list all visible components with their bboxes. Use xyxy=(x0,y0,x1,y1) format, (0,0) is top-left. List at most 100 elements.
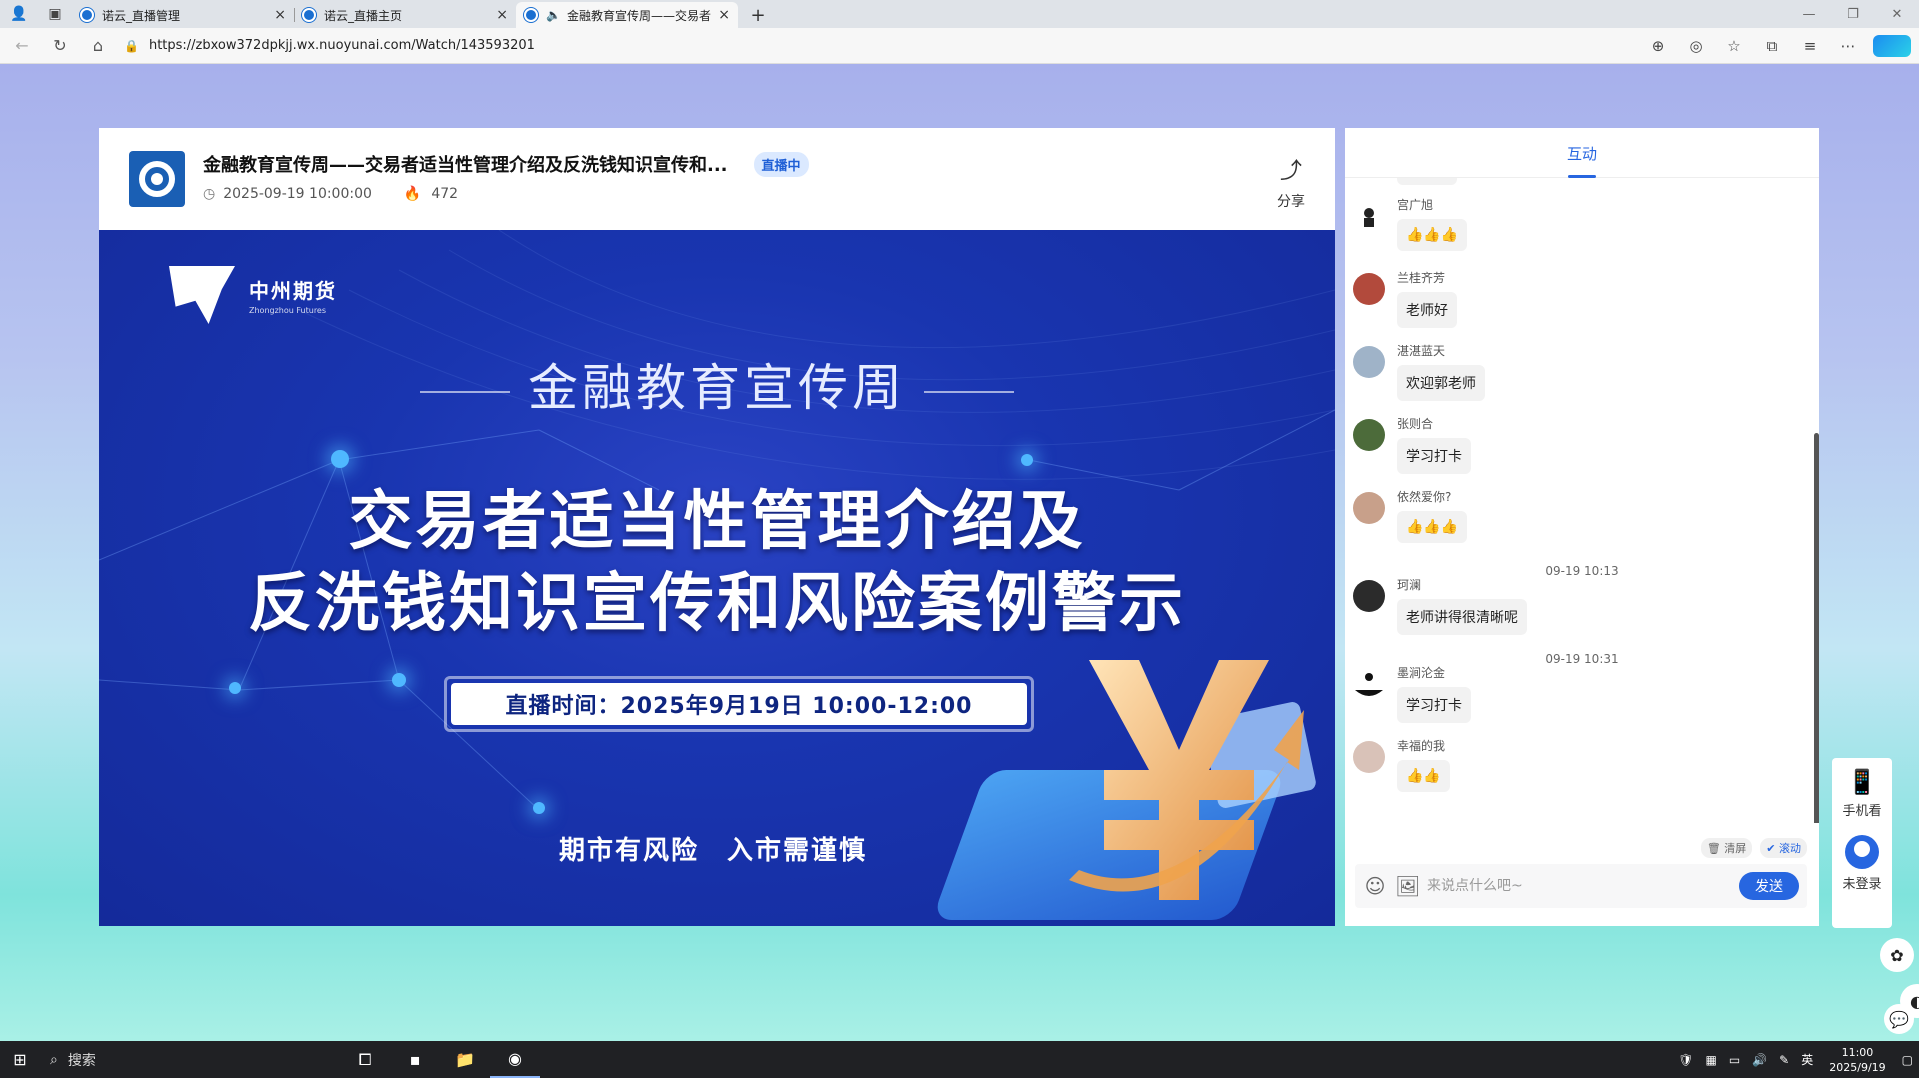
brand-logo: 中州期货 Zhongzhou Futures xyxy=(169,266,337,324)
chat-tab-bar: 互动 xyxy=(1345,128,1819,178)
tab-interaction[interactable]: 互动 xyxy=(1345,143,1819,164)
volume-icon[interactable]: 🔊 xyxy=(1752,1053,1767,1067)
ime-indicator[interactable]: 英 xyxy=(1801,1051,1813,1068)
message-bubble: 👍👍 xyxy=(1397,760,1450,792)
windows-taskbar: ⊞ ⌕ 搜索 ⧠ ▪ 📁 ◉ 🛡 ▦ ▭ 🔊 ✎ 英 11:00 2025/9/… xyxy=(0,1041,1919,1078)
zoom-icon[interactable]: ⊕ xyxy=(1639,35,1677,57)
clock-date: 2025/9/19 xyxy=(1829,1060,1886,1074)
close-window-button[interactable]: ✕ xyxy=(1875,0,1919,28)
chat-support-icon[interactable]: 💬 xyxy=(1884,1004,1914,1034)
avatar xyxy=(1353,492,1385,524)
favorite-star-icon[interactable]: ☆ xyxy=(1715,35,1753,57)
mobile-view-button[interactable]: 📱 手机看 xyxy=(1832,768,1892,819)
chat-message: 珂澜 老师讲得很清晰呢 xyxy=(1353,578,1527,635)
chat-message-input[interactable] xyxy=(1427,878,1739,894)
browser-tab-active[interactable]: 🔈 金融教育宣传周——交易者 × xyxy=(516,2,738,28)
chat-message: 依然爱你? 👍👍👍 xyxy=(1353,490,1468,543)
clock-icon: ◷ xyxy=(203,186,216,202)
message-bubble: 欢迎郭老师 xyxy=(1397,365,1485,401)
auto-scroll-toggle[interactable]: ✔ 滚动 xyxy=(1760,838,1807,858)
browser-tab-bar: 👤 ▣ 诺云_直播管理 × 诺云_直播主页 × 🔈 金融教育宣传周——交易者 ×… xyxy=(0,0,1919,28)
extensions-icon[interactable]: ⧉ xyxy=(1753,35,1791,57)
url-field[interactable]: 🔒 https://zbxow372dpkjj.wx.nuoyunai.com/… xyxy=(124,32,1604,60)
share-button[interactable]: ⤴ 分享 xyxy=(1277,153,1305,211)
message-author: 宫广旭 xyxy=(1397,198,1434,212)
network-icon[interactable]: ▭ xyxy=(1729,1053,1740,1067)
clear-screen-label: 清屏 xyxy=(1724,842,1747,855)
live-status-badge: 直播中 xyxy=(753,151,809,177)
video-subtitle: 金融教育宣传周 xyxy=(99,348,1335,420)
app-window-icon[interactable]: ▪ xyxy=(390,1050,440,1069)
window-controls: — ❐ ✕ xyxy=(1787,0,1919,28)
chat-message: 湛湛蓝天 欢迎郭老师 xyxy=(1353,344,1485,401)
avatar xyxy=(1353,580,1385,612)
tray-app-icon[interactable]: ▦ xyxy=(1706,1053,1717,1067)
image-upload-icon[interactable]: 🖼 xyxy=(1395,874,1420,898)
refresh-icon[interactable]: ↻ xyxy=(44,31,76,61)
risk-slogan: 期市有风险 入市需谨慎 xyxy=(559,836,868,866)
new-tab-button[interactable]: + xyxy=(744,2,772,28)
back-icon[interactable]: ← xyxy=(6,31,38,61)
restore-button[interactable]: ❐ xyxy=(1831,0,1875,28)
login-button[interactable]: 未登录 xyxy=(1832,835,1892,892)
emoji-icon[interactable]: ☺ xyxy=(1363,874,1387,898)
speaker-icon[interactable]: 🔈 xyxy=(546,8,561,22)
taskbar-search[interactable]: ⌕ 搜索 xyxy=(40,1050,340,1070)
site-favicon-icon xyxy=(302,8,316,22)
message-author: 张则合 xyxy=(1397,417,1434,431)
security-icon[interactable]: 🛡 xyxy=(1678,1053,1693,1067)
assistant-icon[interactable]: ✿ xyxy=(1880,938,1914,972)
page-title: 金融教育宣传周——交易者适当性管理介绍及反洗钱知识宣传和... xyxy=(203,155,728,176)
clear-screen-button[interactable]: 🗑 清屏 xyxy=(1700,838,1753,858)
send-button[interactable]: 发送 xyxy=(1739,872,1799,900)
lock-icon[interactable]: 🔒 xyxy=(124,39,139,53)
tab-title: 金融教育宣传周——交易者 xyxy=(566,8,711,23)
chat-tools: 🗑 清屏 ✔ 滚动 xyxy=(1693,838,1807,858)
heat-count: 472 xyxy=(431,186,459,202)
video-player[interactable]: 中州期货 Zhongzhou Futures 金融教育宣传周 交易者适当性管理介… xyxy=(99,230,1335,926)
browser-tab[interactable]: 诺云_直播主页 × xyxy=(294,2,516,28)
avatar xyxy=(1353,346,1385,378)
home-icon[interactable]: ⌂ xyxy=(82,31,114,61)
search-icon: ⌕ xyxy=(50,1051,58,1068)
task-view-icon[interactable]: ⧠ xyxy=(340,1050,390,1070)
browser-tab[interactable]: 诺云_直播管理 × xyxy=(72,2,294,28)
user-avatar-icon xyxy=(1845,835,1879,869)
glow-dot xyxy=(533,802,545,814)
tab-close-icon[interactable]: × xyxy=(718,7,730,23)
mobile-phone-icon: 📱 xyxy=(1847,768,1877,796)
message-bubble: 学习打卡 xyxy=(1397,438,1471,474)
chat-message-list[interactable]: 宫广旭 👍👍👍 兰桂齐芳 老师好 湛湛蓝天 欢迎郭老师 张则合 学习打卡 依然爱… xyxy=(1345,178,1819,823)
message-author: 兰桂齐芳 xyxy=(1397,271,1446,285)
favorites-list-icon[interactable]: ≡ xyxy=(1791,35,1829,57)
profile-icon[interactable]: 👤 xyxy=(8,3,30,25)
video-headline-1: 交易者适当性管理介绍及 xyxy=(348,485,1086,559)
taskbar-clock[interactable]: 11:00 2025/9/19 xyxy=(1829,1045,1885,1075)
tab-actions-icon[interactable]: ▣ xyxy=(44,3,66,25)
minimize-button[interactable]: — xyxy=(1787,0,1831,28)
message-author: 幸福的我 xyxy=(1397,739,1446,753)
chat-scrollbar[interactable] xyxy=(1814,433,1819,823)
tab-title: 诺云_直播主页 xyxy=(324,8,403,23)
tab-close-icon[interactable]: × xyxy=(496,7,508,23)
pen-icon[interactable]: ✎ xyxy=(1779,1053,1789,1067)
chat-message: 宫广旭 👍👍👍 xyxy=(1353,198,1468,251)
notification-icon[interactable]: ▢ xyxy=(1902,1053,1913,1067)
copilot-icon[interactable] xyxy=(1873,34,1911,57)
tab-close-icon[interactable]: × xyxy=(274,7,286,23)
address-bar: ← ↻ ⌂ 🔒 https://zbxow372dpkjj.wx.nuoyuna… xyxy=(0,28,1919,64)
tab-title: 诺云_直播管理 xyxy=(102,8,181,23)
file-explorer-icon[interactable]: 📁 xyxy=(440,1050,490,1069)
more-menu-icon[interactable]: ⋯ xyxy=(1829,35,1867,57)
player-card: 金融教育宣传周——交易者适当性管理介绍及反洗钱知识宣传和... 直播中 ◷ 20… xyxy=(99,128,1335,926)
windows-start-icon[interactable]: ⊞ xyxy=(0,1050,40,1069)
broadcast-time-banner: 直播时间：2025年9月19日 10:00-12:00 xyxy=(444,676,1034,732)
edge-browser-icon[interactable]: ◉ xyxy=(490,1041,540,1078)
broadcast-time-text: 直播时间：2025年9月19日 10:00-12:00 xyxy=(451,683,1027,725)
auto-scroll-label: 滚动 xyxy=(1779,842,1801,855)
brand-name-en: Zhongzhou Futures xyxy=(249,306,327,315)
channel-logo xyxy=(129,151,185,207)
clock-time: 11:00 xyxy=(1841,1045,1874,1059)
avatar xyxy=(1353,419,1385,451)
reading-mode-icon[interactable]: ◎ xyxy=(1677,35,1715,57)
